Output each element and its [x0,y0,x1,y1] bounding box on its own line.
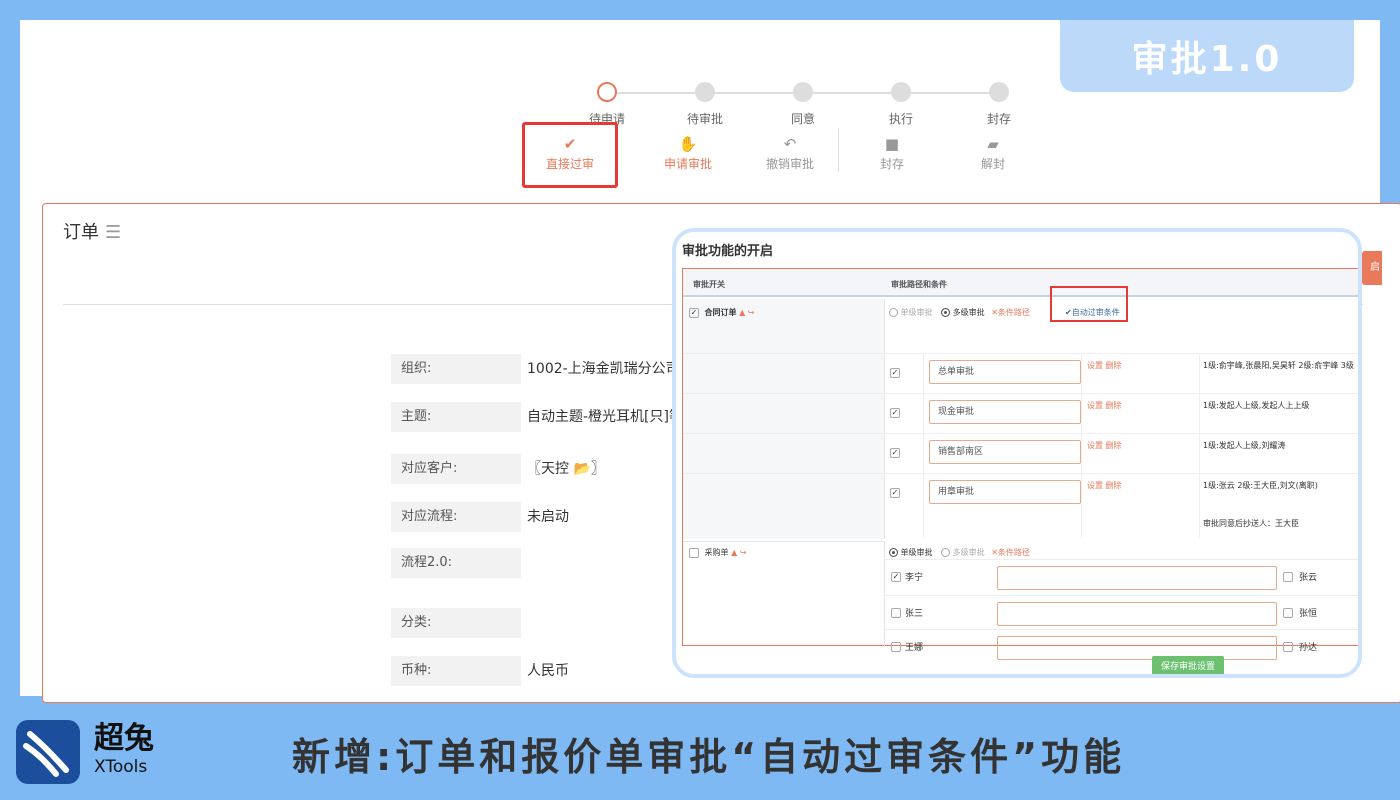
purchase-row: ✓ 李宁 张云 [885,559,1358,593]
level-row: ✓ 总单审批 设置 删除 1级:俞宇峰,张晨阳,吴昊轩 2级:俞宇峰 3级 [683,353,1358,394]
exit-icon: ↪ [737,548,747,557]
condition-input[interactable] [997,602,1277,626]
check-icon: ✔ [563,135,577,153]
feature-caption: 新增:订单和报价单审批“自动过审条件”功能 [292,735,1126,779]
checkbox-checked-icon[interactable]: ✓ [890,408,900,418]
checkbox-checked-icon[interactable]: ✓ [890,448,900,458]
step-dot-icon [597,82,617,102]
purchase-row: 张三 张恒 [885,595,1358,629]
checkbox-icon[interactable] [891,642,901,652]
undo-icon: ↶ [783,135,797,153]
hand-icon: ✋ [678,135,698,153]
checkbox-icon[interactable] [689,547,699,558]
contract-mode: 单级审批 多级审批 ✕条件路径 [889,307,1030,318]
condition-path-link[interactable]: 条件路径 [998,548,1030,557]
checkbox-checked-icon[interactable]: ✓ [689,307,699,318]
field-category: 分类: [391,608,691,638]
contract-order-switch[interactable]: ✓ 合同订单 ▲ ↪ [689,307,755,318]
xtools-logo [16,720,80,784]
field-subject: 主题: 自动主题-橙光耳机[只]等 [391,402,691,432]
field-flow2: 流程2.0: [391,548,691,578]
step-dot-icon [989,82,1009,102]
revoke-approval-button[interactable]: ↶ 撤销审批 [742,125,838,191]
version-title: 审批1.0 [1131,39,1283,80]
brand: 超兔 XTools [94,721,154,778]
field-org: 组织: 1002-上海金凯瑞分公司 [391,354,691,384]
step-dot-icon [695,82,715,102]
step-pending-approval: 待审批 [675,82,735,127]
shuffle-icon: ✕ [991,548,998,557]
version-banner: 审批1.0 [1060,20,1354,92]
purchase-mode: 单级审批 多级审批 ✕条件路径 [889,547,1030,558]
panel-title: 审批功能的开启 [682,244,774,259]
step-dot-icon [793,82,813,102]
save-approval-settings-button[interactable]: 保存审批设置 [1152,656,1224,674]
card-title: 订单 ☰ [63,222,122,243]
step-agreed: 同意 [773,82,833,127]
folder-icon: ■ [884,135,900,153]
auto-approve-highlight [1050,286,1128,322]
archive-button[interactable]: ■ 封存 [844,125,940,191]
condition-input[interactable] [997,566,1277,590]
field-customer: 对应客户: 〖天控 📂〗 [391,454,691,484]
purchase-order-switch[interactable]: 采购单 ▲ ↪ [689,547,747,558]
field-flow: 对应流程: 未启动 [391,502,691,532]
checkbox-icon[interactable] [891,608,901,618]
approval-settings-panel: 审批功能的开启 审批开关 审批路径和条件 ✓ 合同订单 ▲ ↪ 单级审批 多级审… [672,228,1362,678]
radio-multi[interactable] [941,548,951,557]
step-archive: 封存 [969,82,1029,127]
menu-icon[interactable]: ☰ [105,222,121,243]
radio-single[interactable] [889,548,898,557]
checkbox-checked-icon[interactable]: ✓ [890,368,900,378]
side-action-button[interactable]: 启 [1362,251,1382,285]
apply-approval-button[interactable]: ✋ 申请审批 [640,125,736,191]
radio-single[interactable] [889,308,898,317]
exit-icon: ↪ [745,308,755,317]
toolbar-divider [838,128,839,172]
checkbox-checked-icon[interactable]: ✓ [891,572,901,582]
condition-path-link[interactable]: 条件路径 [998,308,1030,317]
radio-multi[interactable] [941,308,951,317]
step-pending-apply: 待申请 [577,82,637,127]
purchase-row: 王娜 孙达 [885,629,1358,663]
level-row: ✓ 现金审批 设置 删除 1级:发起人上级,发起人上上级 [683,393,1358,434]
condition-input[interactable] [997,636,1277,660]
checkbox-icon[interactable] [1283,642,1293,652]
step-dot-icon [891,82,911,102]
folder-open-icon: ▰ [987,135,999,153]
unarchive-button[interactable]: ▰ 解封 [945,125,1041,191]
step-execute: 执行 [871,82,931,127]
checkbox-icon[interactable] [1283,572,1293,582]
direct-approve-button[interactable]: ✔ 直接过审 [522,122,618,188]
approval-table: 审批开关 审批路径和条件 ✓ 合同订单 ▲ ↪ 单级审批 多级审批 ✕条件路径 … [682,268,1358,660]
checkbox-checked-icon[interactable]: ✓ [890,488,900,498]
checkbox-icon[interactable] [1283,608,1293,618]
level-row: ✓ 用章审批 设置 删除 1级:张云 2级:王大臣,刘文(离职) 审批同意后抄送… [683,473,1358,538]
level-row: ✓ 销售部南区 设置 删除 1级:发起人上级,刘耀涛 [683,433,1358,474]
field-currency: 币种: 人民币 [391,656,691,686]
shuffle-icon: ✕ [991,308,998,317]
table-header: 审批开关 审批路径和条件 [683,269,1358,297]
